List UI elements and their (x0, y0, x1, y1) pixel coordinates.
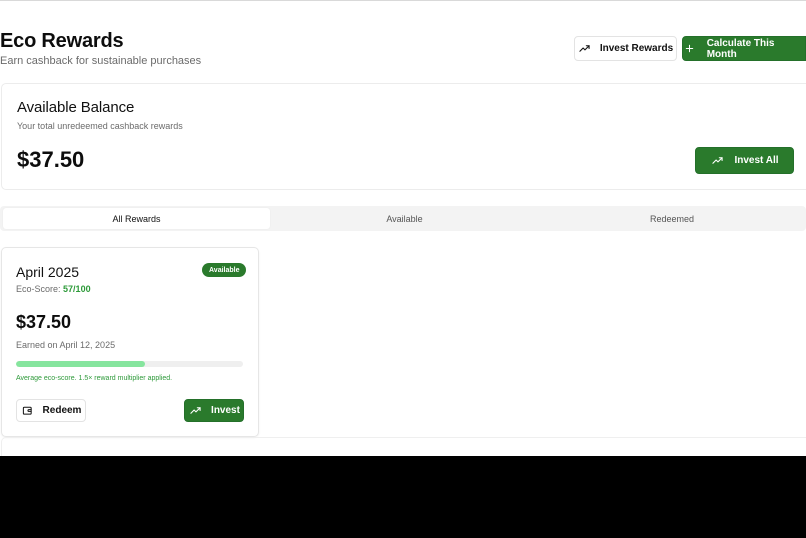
earned-date: Earned on April 12, 2025 (16, 340, 116, 350)
eco-score-progress-fill (16, 361, 146, 367)
redeem-button[interactable]: Redeem (16, 399, 86, 422)
screen: Eco Rewards Earn cashback for sustainabl… (0, 0, 806, 456)
tab-all-rewards[interactable]: All Rewards (3, 208, 270, 229)
redeem-label: Redeem (42, 405, 82, 416)
page-title: Eco Rewards (0, 30, 124, 52)
status-badge: Available (202, 263, 247, 277)
eco-score-label: Eco-Score: (16, 284, 61, 294)
invest-label: Invest (211, 405, 240, 416)
reward-card: April 2025 Available Eco-Score: 57/100 $… (1, 247, 259, 437)
balance-card: Available Balance Your total unredeemed … (1, 83, 806, 190)
invest-all-label: Invest All (734, 155, 779, 166)
reward-tabs: All Rewards Available Redeemed (0, 206, 806, 231)
wallet-icon (21, 404, 35, 418)
eco-score-line: Eco-Score: 57/100 (16, 284, 91, 294)
balance-subtitle: Your total unredeemed cashback rewards (17, 121, 183, 131)
eco-score-value: 57/100 (63, 284, 91, 294)
tab-redeemed[interactable]: Redeemed (538, 208, 806, 229)
trending-up-icon (578, 42, 592, 56)
trending-up-icon (710, 154, 724, 168)
invest-button[interactable]: Invest (184, 399, 244, 422)
page-subtitle: Earn cashback for sustainable purchases (0, 55, 202, 67)
calculate-this-month-button[interactable]: Calculate This Month (682, 36, 806, 61)
balance-title: Available Balance (17, 99, 135, 116)
invest-rewards-button[interactable]: Invest Rewards (574, 36, 677, 61)
tab-available[interactable]: Available (271, 208, 538, 229)
multiplier-note: Average eco-score. 1.5× reward multiplie… (16, 375, 173, 382)
plus-icon (683, 42, 697, 56)
calculate-this-month-label: Calculate This Month (706, 37, 775, 60)
trending-up-icon (188, 404, 202, 418)
eco-score-progress (16, 361, 243, 367)
next-section-edge (1, 437, 806, 456)
reward-amount: $37.50 (16, 312, 72, 332)
balance-amount: $37.50 (17, 147, 85, 172)
invest-rewards-label: Invest Rewards (599, 43, 674, 54)
invest-all-button[interactable]: Invest All (695, 147, 794, 174)
reward-month: April 2025 (16, 264, 80, 280)
